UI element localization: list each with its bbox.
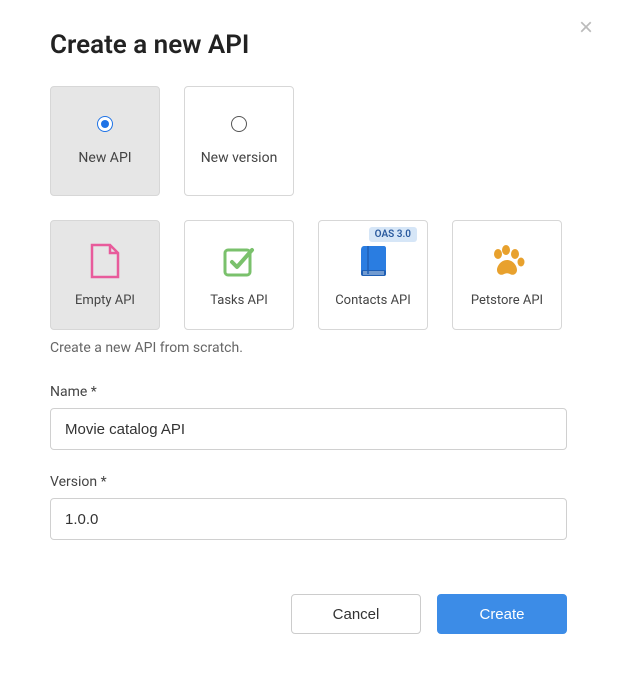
template-card-contacts[interactable]: OAS 3.0 Contacts API (318, 220, 428, 330)
radio-icon (231, 116, 247, 132)
name-label: Name * (50, 384, 567, 400)
version-label: Version * (50, 474, 567, 490)
type-selector-row: New API New version (50, 86, 567, 196)
checkbox-icon (221, 243, 257, 279)
button-row: Cancel Create (50, 594, 567, 634)
paw-icon (489, 243, 525, 279)
helper-text: Create a new API from scratch. (50, 340, 567, 356)
create-api-dialog: Create a new API New API New version Emp… (0, 0, 617, 674)
type-label: New version (201, 150, 278, 166)
radio-icon (97, 116, 113, 132)
file-icon (87, 243, 123, 279)
template-selector-row: Empty API Tasks API OAS 3.0 (50, 220, 567, 330)
create-button[interactable]: Create (437, 594, 567, 634)
template-label: Contacts API (335, 293, 411, 308)
template-label: Petstore API (471, 293, 543, 308)
close-icon: × (579, 14, 593, 41)
template-card-tasks[interactable]: Tasks API (184, 220, 294, 330)
radio-dot-icon (101, 120, 109, 128)
type-label: New API (78, 150, 131, 166)
version-input[interactable] (50, 498, 567, 540)
template-label: Empty API (75, 293, 135, 308)
book-icon (355, 243, 391, 279)
template-label: Tasks API (210, 293, 268, 308)
close-button[interactable]: × (579, 16, 593, 40)
name-input[interactable] (50, 408, 567, 450)
type-card-new-version[interactable]: New version (184, 86, 294, 196)
template-card-petstore[interactable]: Petstore API (452, 220, 562, 330)
cancel-button[interactable]: Cancel (291, 594, 421, 634)
oas-badge: OAS 3.0 (369, 227, 417, 242)
dialog-title: Create a new API (50, 30, 567, 60)
template-card-empty[interactable]: Empty API (50, 220, 160, 330)
type-card-new-api[interactable]: New API (50, 86, 160, 196)
